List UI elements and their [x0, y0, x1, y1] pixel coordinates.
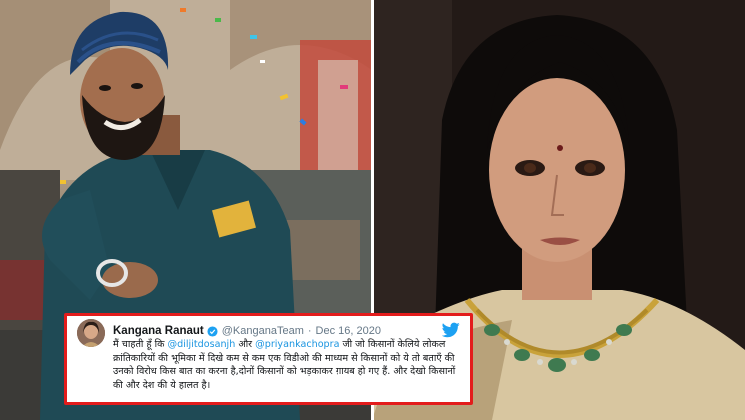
- embedded-tweet-card: Kangana Ranaut @KanganaTeam · Dec 16, 20…: [64, 313, 473, 405]
- tweet-text-part2: और: [235, 339, 256, 350]
- tweet-mention-priyankachopra[interactable]: @priyankachopra: [255, 339, 339, 350]
- tweet-text-part1: मैं चाहती हूँ कि: [113, 339, 168, 350]
- tweet-mention-diljitdosanjh[interactable]: @diljitdosanjh: [168, 339, 236, 350]
- avatar: [77, 319, 105, 347]
- twitter-bird-icon: [442, 322, 460, 338]
- tweet-author-name: Kangana Ranaut: [113, 325, 204, 337]
- verified-badge-icon: [207, 325, 218, 337]
- tweet-separator: ·: [307, 325, 312, 337]
- tweet-author-handle: @KanganaTeam: [221, 325, 304, 337]
- collage: Kangana Ranaut @KanganaTeam · Dec 16, 20…: [0, 0, 745, 420]
- tweet-date: Dec 16, 2020: [315, 325, 381, 337]
- tweet-text: मैं चाहती हूँ कि @diljitdosanjh और @priy…: [113, 338, 460, 392]
